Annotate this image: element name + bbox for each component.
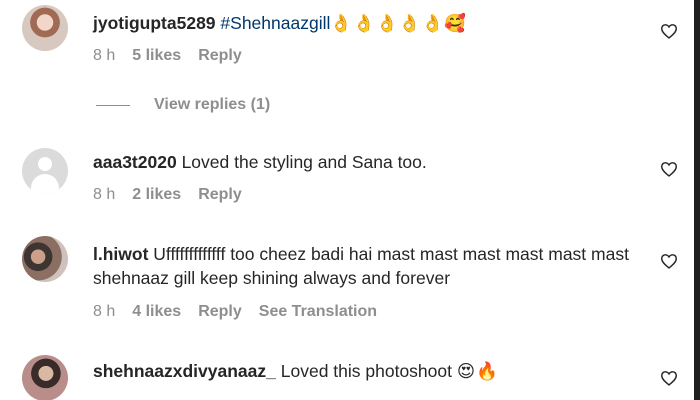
comment-username[interactable]: aaa3t2020: [93, 152, 177, 172]
view-replies-button[interactable]: View replies (1): [96, 96, 270, 114]
comment-text: aaa3t2020 Loved the styling and Sana too…: [93, 150, 633, 174]
comment-text: jyotigupta5289 #Shehnaazgill👌👌👌👌👌🥰: [93, 11, 633, 35]
comment-username[interactable]: l.hiwot: [93, 244, 148, 264]
heart-icon[interactable]: [660, 370, 678, 386]
comment-emoji: 😍🔥: [456, 361, 499, 381]
reply-button[interactable]: Reply: [198, 186, 242, 204]
comment-meta: 8 h 4 likes Reply See Translation: [93, 303, 394, 321]
avatar[interactable]: [22, 5, 68, 51]
avatar[interactable]: [22, 148, 68, 194]
heart-icon[interactable]: [660, 253, 678, 269]
comment-body: Loved the styling and Sana too.: [181, 152, 427, 172]
comment-time[interactable]: 8 h: [93, 47, 115, 65]
view-replies-label: View replies (1): [154, 96, 271, 113]
user-silhouette-body: [31, 174, 59, 194]
comment-username[interactable]: jyotigupta5289: [93, 13, 216, 33]
heart-icon[interactable]: [660, 161, 678, 177]
comment-text: shehnaazxdivyanaaz_ Loved this photoshoo…: [93, 359, 633, 383]
comment-meta: 8 h 5 likes Reply: [93, 47, 259, 65]
comment-likes[interactable]: 5 likes: [132, 47, 181, 65]
heart-icon[interactable]: [660, 23, 678, 39]
comments-list: jyotigupta5289 #Shehnaazgill👌👌👌👌👌🥰 8 h 5…: [0, 0, 694, 400]
comment-time[interactable]: 8 h: [93, 303, 115, 321]
comment-body: Ufffffffffffff too cheez badi hai mast m…: [93, 244, 629, 288]
comment-text: l.hiwot Ufffffffffffff too cheez badi ha…: [93, 242, 633, 290]
comment-likes[interactable]: 4 likes: [132, 303, 181, 321]
reply-button[interactable]: Reply: [198, 303, 242, 321]
comment-meta: 8 h 2 likes Reply: [93, 186, 259, 204]
avatar[interactable]: [22, 355, 68, 400]
comment-hashtag[interactable]: #Shehnaazgill: [220, 13, 330, 33]
divider-line: [96, 104, 130, 106]
comment-username[interactable]: shehnaazxdivyanaaz_: [93, 361, 276, 381]
reply-button[interactable]: Reply: [198, 47, 242, 65]
comment-time[interactable]: 8 h: [93, 186, 115, 204]
scrollbar[interactable]: [694, 0, 700, 400]
user-silhouette-icon: [38, 157, 52, 171]
comment-likes[interactable]: 2 likes: [132, 186, 181, 204]
comment-body: Loved this photoshoot: [280, 361, 452, 381]
see-translation-button[interactable]: See Translation: [259, 303, 377, 321]
comment-emoji: 👌👌👌👌👌🥰: [330, 13, 468, 33]
avatar[interactable]: [22, 236, 68, 282]
